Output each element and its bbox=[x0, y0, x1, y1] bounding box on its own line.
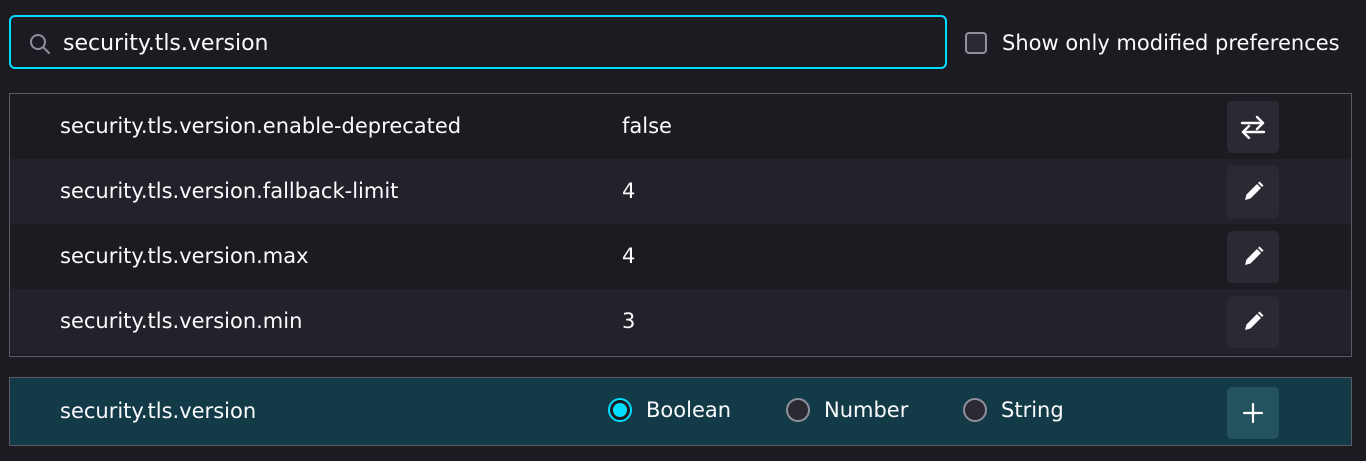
plus-icon bbox=[1242, 402, 1264, 424]
type-string-label[interactable]: String bbox=[1001, 398, 1064, 422]
type-string-radio[interactable] bbox=[963, 398, 987, 422]
edit-button[interactable] bbox=[1227, 166, 1279, 218]
pref-name: security.tls.version.min bbox=[60, 309, 303, 333]
pref-name: security.tls.version.fallback-limit bbox=[60, 179, 399, 203]
type-number-label[interactable]: Number bbox=[824, 398, 908, 422]
pref-value: false bbox=[622, 114, 672, 138]
search-input[interactable] bbox=[63, 25, 923, 61]
type-number-option[interactable]: Number bbox=[786, 398, 908, 422]
pref-row: security.tls.version.enable-deprecated f… bbox=[10, 94, 1351, 159]
show-modified-toggle[interactable]: Show only modified preferences bbox=[965, 31, 1340, 55]
toggle-icon bbox=[1240, 115, 1266, 139]
pref-name: security.tls.version.enable-deprecated bbox=[60, 114, 462, 138]
type-boolean-label[interactable]: Boolean bbox=[646, 398, 731, 422]
pref-value: 3 bbox=[622, 309, 636, 333]
add-button[interactable] bbox=[1227, 387, 1279, 439]
toggle-button[interactable] bbox=[1227, 101, 1279, 153]
pref-value: 4 bbox=[622, 244, 636, 268]
new-pref-name: security.tls.version bbox=[60, 399, 257, 423]
pref-row: security.tls.version.fallback-limit 4 bbox=[10, 159, 1351, 224]
type-string-option[interactable]: String bbox=[963, 398, 1064, 422]
edit-button[interactable] bbox=[1227, 296, 1279, 348]
search-icon bbox=[28, 32, 52, 56]
pref-name: security.tls.version.max bbox=[60, 244, 309, 268]
about-config-page: Show only modified preferences security.… bbox=[0, 0, 1366, 461]
preferences-table: security.tls.version.enable-deprecated f… bbox=[9, 93, 1352, 357]
edit-icon bbox=[1245, 246, 1264, 265]
new-pref-row: security.tls.version Boolean Number Stri… bbox=[9, 377, 1352, 446]
type-boolean-radio[interactable] bbox=[608, 398, 632, 422]
edit-icon bbox=[1245, 311, 1264, 330]
type-number-radio[interactable] bbox=[786, 398, 810, 422]
show-modified-label[interactable]: Show only modified preferences bbox=[1002, 31, 1340, 55]
pref-row: security.tls.version.max 4 bbox=[10, 224, 1351, 289]
show-modified-checkbox[interactable] bbox=[965, 32, 987, 54]
edit-button[interactable] bbox=[1227, 231, 1279, 283]
pref-value: 4 bbox=[622, 179, 636, 203]
edit-icon bbox=[1245, 181, 1264, 200]
type-boolean-option[interactable]: Boolean bbox=[608, 398, 731, 422]
search-box[interactable] bbox=[9, 15, 947, 69]
pref-row: security.tls.version.min 3 bbox=[10, 289, 1351, 354]
